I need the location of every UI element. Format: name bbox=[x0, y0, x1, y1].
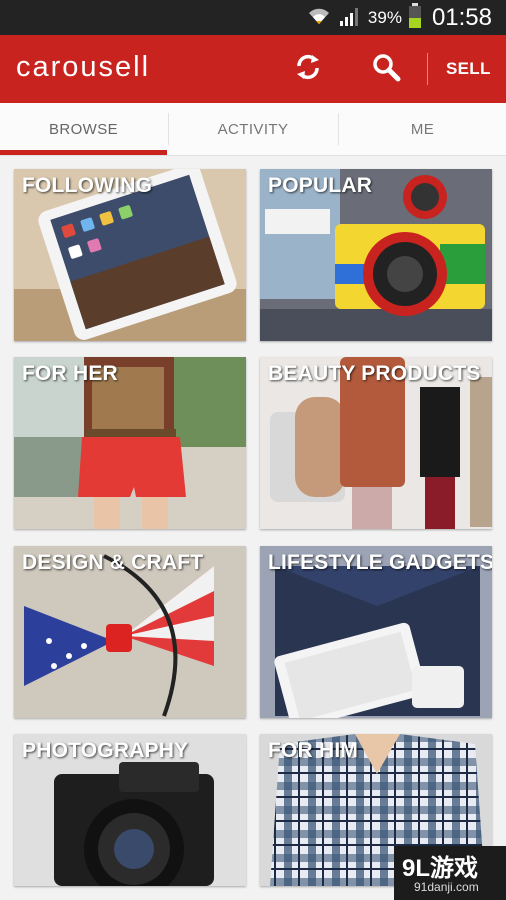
category-label: DESIGN & CRAFT bbox=[22, 551, 204, 574]
category-tile-popular[interactable]: POPULAR bbox=[260, 169, 492, 341]
tab-browse[interactable]: BROWSE bbox=[0, 103, 167, 155]
category-tile-following[interactable]: FOLLOWING bbox=[14, 169, 246, 341]
app-bar-divider bbox=[427, 53, 428, 85]
category-label: FOR HIM bbox=[268, 739, 359, 762]
battery-percent: 39% bbox=[367, 8, 402, 27]
watermark: 9L游戏 91danji.com bbox=[394, 846, 506, 900]
watermark-title: 9L游戏 bbox=[402, 855, 479, 882]
refresh-icon bbox=[293, 52, 323, 87]
signal-icon bbox=[338, 5, 362, 32]
category-label: PHOTOGRAPHY bbox=[22, 739, 189, 762]
category-tile-beauty-products[interactable]: BEAUTY PRODUCTS bbox=[260, 357, 492, 529]
app-bar: carousell SELL bbox=[0, 35, 506, 103]
app-logo: carousell bbox=[16, 51, 151, 83]
sell-button[interactable]: SELL bbox=[446, 59, 491, 79]
category-label: LIFESTYLE GADGETS bbox=[268, 551, 492, 574]
category-tile-design-craft[interactable]: DESIGN & CRAFT bbox=[14, 546, 246, 718]
category-label: FOLLOWING bbox=[22, 174, 153, 197]
category-label: FOR HER bbox=[22, 362, 118, 385]
search-icon bbox=[371, 52, 401, 87]
category-tile-for-her[interactable]: FOR HER bbox=[14, 357, 246, 529]
refresh-button[interactable] bbox=[290, 51, 326, 87]
watermark-subtitle: 91danji.com bbox=[414, 880, 479, 894]
tab-activity[interactable]: ACTIVITY bbox=[169, 103, 337, 155]
category-tile-lifestyle-gadgets[interactable]: LIFESTYLE GADGETS bbox=[260, 546, 492, 718]
search-button[interactable] bbox=[368, 51, 404, 87]
wifi-icon bbox=[306, 4, 332, 33]
status-bar: 39% 01:58 bbox=[0, 0, 506, 35]
battery-icon bbox=[408, 2, 422, 34]
tab-bar: BROWSE ACTIVITY ME bbox=[0, 103, 506, 156]
category-label: POPULAR bbox=[268, 174, 373, 197]
clock: 01:58 bbox=[431, 4, 492, 31]
category-tile-photography[interactable]: PHOTOGRAPHY bbox=[14, 734, 246, 886]
tab-me[interactable]: ME bbox=[339, 103, 506, 155]
active-tab-indicator bbox=[0, 150, 167, 155]
category-label: BEAUTY PRODUCTS bbox=[268, 362, 481, 385]
